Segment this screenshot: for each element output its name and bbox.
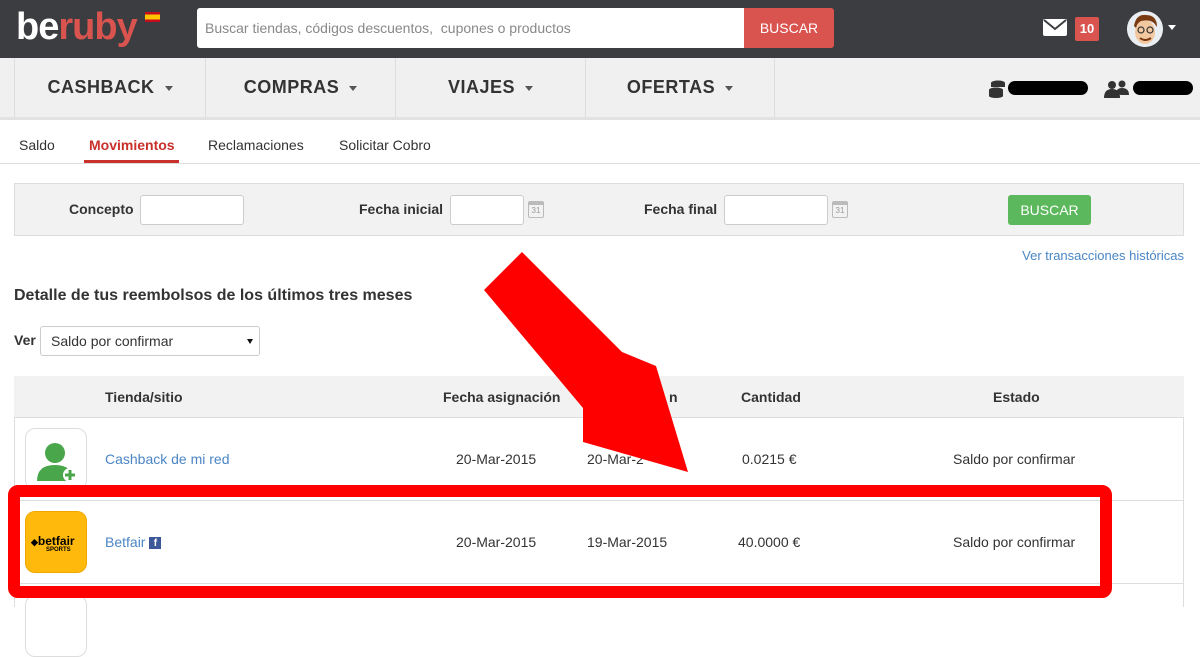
historical-transactions-link[interactable]: Ver transacciones históricas — [1022, 248, 1184, 263]
active-tab-underline — [84, 160, 179, 163]
header-cantidad: Cantidad — [741, 389, 801, 405]
betfair-logo-text: ◆betfair — [31, 534, 75, 548]
nav-item-compras[interactable]: COMPRAS — [205, 58, 395, 117]
header-fecha-other: n — [669, 389, 678, 405]
betfair-text: betfair — [37, 534, 75, 548]
nav-label: COMPRAS — [243, 77, 340, 97]
fecha-asignacion-cell: 20-Mar-2015 — [456, 451, 537, 467]
fecha-inicial-label: Fecha inicial — [359, 201, 444, 217]
nav-item-ofertas[interactable]: OFERTAS — [585, 58, 775, 117]
coins-icon — [989, 80, 1005, 98]
estado-cell: Saldo por confirmar — [953, 534, 1076, 550]
header-fecha-asignacion: Fecha asignación — [443, 389, 561, 405]
select-caret-icon — [247, 339, 253, 344]
caret-down-icon — [349, 85, 358, 91]
search-button[interactable]: BUSCAR — [744, 8, 834, 48]
fecha-final-input[interactable] — [724, 195, 828, 225]
fecha-final-label: Fecha final — [644, 201, 718, 217]
caret-down-icon — [525, 85, 534, 91]
tab-saldo[interactable]: Saldo — [19, 137, 55, 153]
betfair-subtext: SPORTS — [46, 547, 71, 553]
ver-label: Ver — [14, 332, 36, 348]
messages-count-badge[interactable]: 10 — [1075, 17, 1099, 41]
fecha-cell: 20-Mar-2 — [587, 451, 644, 467]
header-estado: Estado — [993, 389, 1040, 405]
store-logo-betfair[interactable]: ◆betfair SPORTS — [25, 511, 87, 573]
tab-solicitar-cobro[interactable]: Solicitar Cobro — [339, 137, 431, 153]
user-menu-caret-icon[interactable] — [1168, 25, 1176, 30]
fecha-asignacion-cell: 20-Mar-2015 — [456, 534, 537, 550]
header-tienda: Tienda/sitio — [105, 389, 183, 405]
redacted-network-count — [1133, 81, 1193, 95]
cantidad-cell: 40.0000 € — [738, 534, 801, 550]
nav-item-cashback[interactable]: CASHBACK — [14, 58, 205, 117]
redacted-balance — [1008, 81, 1088, 95]
nav-label: CASHBACK — [47, 77, 155, 97]
nav-label: OFERTAS — [626, 77, 716, 97]
store-name: Betfair — [105, 534, 146, 550]
store-link[interactable]: Cashback de mi red — [105, 451, 230, 467]
fecha-cell: 19-Mar-2015 — [587, 534, 668, 550]
estado-cell: Saldo por confirmar — [953, 451, 1076, 467]
caret-down-icon — [725, 85, 734, 91]
beruby-logo[interactable]: beruby — [16, 6, 138, 49]
facebook-icon[interactable]: f — [149, 537, 162, 549]
selected-value: Saldo por confirmar — [51, 333, 174, 349]
nav-label: VIAJES — [447, 77, 516, 97]
logo-text-be: be — [16, 6, 59, 48]
filter-search-button[interactable]: BUSCAR — [1008, 195, 1091, 225]
tab-reclamaciones[interactable]: Reclamaciones — [208, 137, 304, 153]
calendar-icon[interactable]: 31 — [528, 201, 544, 218]
avatar-face-icon — [1127, 11, 1163, 47]
nav-item-viajes[interactable]: VIAJES — [395, 58, 585, 117]
users-icon — [1104, 80, 1129, 98]
section-title: Detalle de tus reembolsos de los últimos… — [14, 287, 413, 304]
user-avatar[interactable] — [1127, 11, 1163, 47]
caret-down-icon — [164, 85, 173, 91]
tab-movimientos[interactable]: Movimientos — [89, 137, 175, 153]
search-input[interactable] — [197, 8, 745, 48]
row-divider — [14, 583, 1184, 584]
status-filter-select[interactable]: Saldo por confirmar — [40, 326, 260, 356]
account-tabs — [0, 123, 1200, 164]
concepto-input[interactable] — [140, 195, 244, 225]
concepto-label: Concepto — [69, 201, 134, 217]
logo-text-ruby: ruby — [58, 6, 137, 48]
fecha-inicial-input[interactable] — [450, 195, 524, 225]
store-logo-network[interactable] — [25, 428, 87, 490]
store-link[interactable]: Betfair f — [105, 534, 162, 550]
calendar-icon[interactable]: 31 — [832, 201, 848, 218]
store-logo-partial[interactable] — [25, 595, 87, 657]
envelope-icon[interactable] — [1043, 19, 1067, 36]
cantidad-cell: 0.0215 € — [742, 451, 797, 467]
spain-flag-icon — [145, 12, 160, 22]
row-divider — [14, 500, 1184, 501]
network-user-icon — [37, 443, 77, 482]
